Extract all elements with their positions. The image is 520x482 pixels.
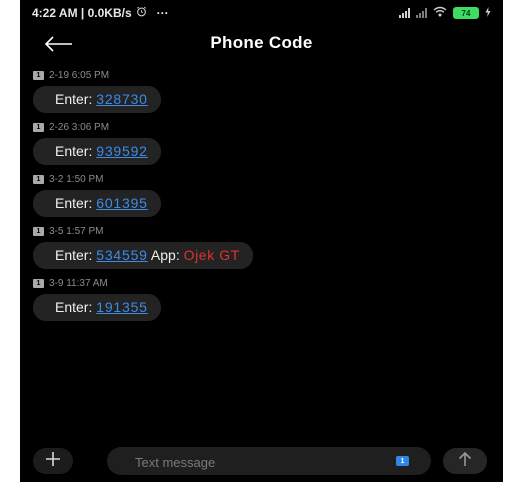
plus-icon [45,451,61,472]
message-timestamp: 3-9 11:37 AM [49,277,108,289]
message-item[interactable]: 1 3-5 1:57 PM Enter: 534559 App: Ojek GT [33,225,253,269]
sim-1-icon: 1 [33,70,44,80]
arrow-up-icon [457,451,473,472]
message-prefix: Enter: [55,91,93,107]
message-bubble[interactable]: Enter: 328730 [33,86,161,113]
sim-select-icon[interactable]: 1 [396,456,409,466]
more-notifications-icon: ··· [156,6,169,20]
message-item[interactable]: 1 3-2 1:50 PM Enter: 601395 [33,173,161,217]
message-item[interactable]: 1 3-9 11:37 AM Enter: 191355 [33,277,161,321]
sim-1-icon: 1 [33,226,44,236]
verification-code-link[interactable]: 534559 [96,247,148,263]
conversation-header: Phone Code [20,28,503,60]
alarm-icon [136,6,147,20]
message-input-container: 1 [107,447,431,477]
message-timestamp: 2-19 6:05 PM [49,69,110,81]
message-bubble[interactable]: Enter: 601395 [33,190,161,217]
verification-code-link[interactable]: 328730 [96,91,148,107]
sim-1-icon: 1 [33,174,44,184]
verification-code-link[interactable]: 191355 [96,299,148,315]
verification-code-link[interactable]: 939592 [96,143,148,159]
message-prefix: Enter: [55,299,93,315]
message-timestamp: 3-5 1:57 PM [49,225,104,237]
message-bubble[interactable]: Enter: 191355 [33,294,161,321]
message-prefix: Enter: [55,195,93,211]
sim-1-icon: 1 [33,122,44,132]
app-label: App: [150,247,180,263]
cell-signal-2-icon [416,8,427,18]
message-timestamp: 3-2 1:50 PM [49,173,104,185]
charging-icon [485,6,491,20]
battery-level: 74 [461,8,471,18]
status-bar: 4:22 AM | 0.0KB/s ··· 74 [20,0,503,30]
status-time: 4:22 AM | 0.0KB/s [32,6,132,20]
message-bubble[interactable]: Enter: 939592 [33,138,161,165]
message-item[interactable]: 1 2-26 3:06 PM Enter: 939592 [33,121,161,165]
message-prefix: Enter: [55,143,93,159]
composer-bar: 1 [20,445,503,477]
wifi-icon [433,6,447,20]
sim-1-icon: 1 [33,278,44,288]
app-name: Ojek GT [183,247,240,263]
message-input[interactable] [133,447,377,477]
message-prefix: Enter: [55,247,93,263]
page-title: Phone Code [210,33,313,52]
send-button[interactable] [443,448,487,474]
verification-code-link[interactable]: 601395 [96,195,148,211]
cell-signal-icon [399,8,410,18]
battery-icon: 74 [453,7,479,19]
attach-button[interactable] [33,448,73,474]
messaging-screen: 4:22 AM | 0.0KB/s ··· 74 Phone Code 1 2-… [20,0,503,482]
message-bubble[interactable]: Enter: 534559 App: Ojek GT [33,242,253,269]
message-item[interactable]: 1 2-19 6:05 PM Enter: 328730 [33,69,161,113]
message-timestamp: 2-26 3:06 PM [49,121,110,133]
